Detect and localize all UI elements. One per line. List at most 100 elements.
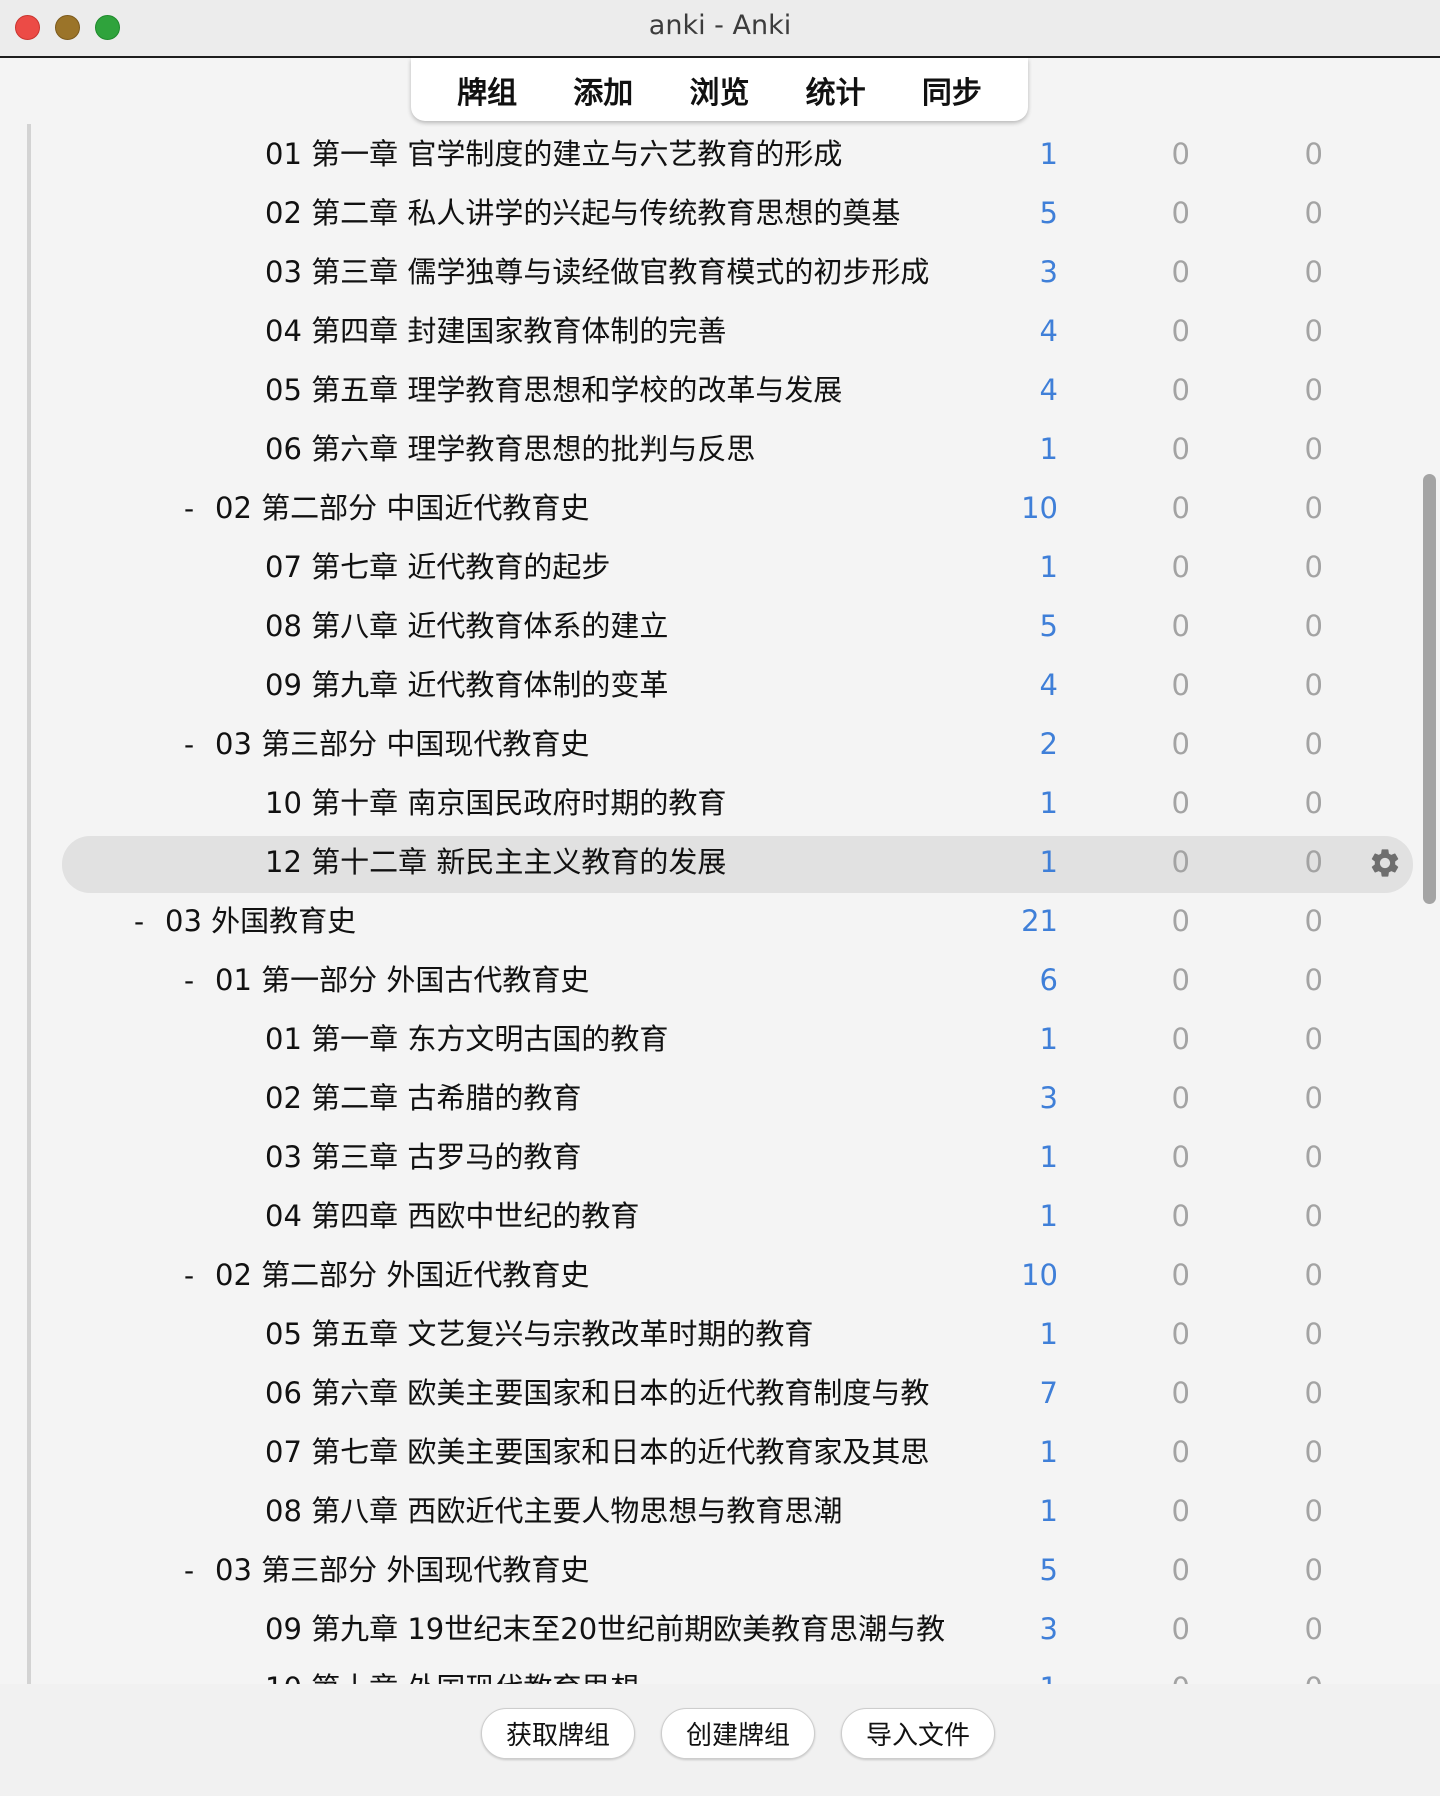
learn-count: 0 bbox=[1171, 255, 1190, 289]
deck-name[interactable]: 01 第一章 官学制度的建立与六艺教育的形成 bbox=[265, 136, 842, 172]
deck-row[interactable]: 10 第十章 外国现代教育思想 1 0 0 bbox=[0, 1660, 1440, 1684]
deck-name[interactable]: 02 第二部分 中国近代教育史 bbox=[215, 490, 589, 526]
due-count: 0 bbox=[1304, 137, 1323, 171]
deck-row[interactable]: 02 第二章 私人讲学的兴起与传统教育思想的奠基 5 0 0 bbox=[0, 185, 1440, 244]
deck-name[interactable]: 08 第八章 近代教育体系的建立 bbox=[265, 608, 668, 644]
deck-row[interactable]: 01 第一章 官学制度的建立与六艺教育的形成 1 0 0 bbox=[0, 126, 1440, 185]
deck-name[interactable]: 03 外国教育史 bbox=[165, 903, 356, 939]
deck-name[interactable]: 05 第五章 理学教育思想和学校的改革与发展 bbox=[265, 372, 842, 408]
get-shared-button[interactable]: 获取牌组 bbox=[481, 1708, 635, 1759]
gear-icon[interactable] bbox=[1368, 846, 1402, 880]
new-count: 1 bbox=[1039, 1199, 1058, 1233]
deck-row[interactable]: 04 第四章 封建国家教育体制的完善 4 0 0 bbox=[0, 303, 1440, 362]
due-count: 0 bbox=[1304, 1199, 1323, 1233]
deck-name[interactable]: 01 第一章 东方文明古国的教育 bbox=[265, 1021, 668, 1057]
create-deck-button[interactable]: 创建牌组 bbox=[661, 1708, 815, 1759]
deck-name[interactable]: 04 第四章 西欧中世纪的教育 bbox=[265, 1198, 639, 1234]
new-count: 3 bbox=[1039, 1081, 1058, 1115]
deck-name[interactable]: 09 第九章 近代教育体制的变革 bbox=[265, 667, 668, 703]
due-count: 0 bbox=[1304, 904, 1323, 938]
deck-row[interactable]: 03 第三章 儒学独尊与读经做官教育模式的初步形成 3 0 0 bbox=[0, 244, 1440, 303]
deck-row[interactable]: 05 第五章 文艺复兴与宗教改革时期的教育 1 0 0 bbox=[0, 1306, 1440, 1365]
learn-count: 0 bbox=[1171, 668, 1190, 702]
deck-row[interactable]: -03 外国教育史 21 0 0 bbox=[0, 893, 1440, 952]
deck-name[interactable]: 09 第九章 19世纪末至20世纪前期欧美教育思潮与教 bbox=[265, 1611, 945, 1647]
deck-row[interactable]: 07 第七章 欧美主要国家和日本的近代教育家及其思 1 0 0 bbox=[0, 1424, 1440, 1483]
due-count: 0 bbox=[1304, 845, 1323, 879]
deck-name[interactable]: 03 第三部分 中国现代教育史 bbox=[215, 726, 589, 762]
deck-row[interactable]: 05 第五章 理学教育思想和学校的改革与发展 4 0 0 bbox=[0, 362, 1440, 421]
learn-count: 0 bbox=[1171, 609, 1190, 643]
deck-row[interactable]: 08 第八章 近代教育体系的建立 5 0 0 bbox=[0, 598, 1440, 657]
deck-row[interactable]: 09 第九章 19世纪末至20世纪前期欧美教育思潮与教 3 0 0 bbox=[0, 1601, 1440, 1660]
deck-name[interactable]: 10 第十章 外国现代教育思想 bbox=[265, 1670, 639, 1684]
deck-name[interactable]: 10 第十章 南京国民政府时期的教育 bbox=[265, 785, 726, 821]
toolbar-decks-button[interactable]: 牌组 bbox=[447, 64, 527, 116]
title-bar: anki - Anki bbox=[0, 0, 1440, 58]
new-count: 1 bbox=[1039, 1494, 1058, 1528]
deck-name[interactable]: 06 第六章 欧美主要国家和日本的近代教育制度与教 bbox=[265, 1375, 929, 1411]
new-count: 1 bbox=[1039, 1022, 1058, 1056]
toolbar-browse-button[interactable]: 浏览 bbox=[679, 64, 759, 116]
deck-row[interactable]: 01 第一章 东方文明古国的教育 1 0 0 bbox=[0, 1011, 1440, 1070]
new-count: 3 bbox=[1039, 255, 1058, 289]
deck-name[interactable]: 08 第八章 西欧近代主要人物思想与教育思潮 bbox=[265, 1493, 842, 1529]
collapse-toggle[interactable]: - bbox=[184, 964, 194, 997]
collapse-toggle[interactable]: - bbox=[134, 905, 144, 938]
import-file-button[interactable]: 导入文件 bbox=[841, 1708, 995, 1759]
new-count: 1 bbox=[1039, 137, 1058, 171]
deck-row[interactable]: 06 第六章 欧美主要国家和日本的近代教育制度与教 7 0 0 bbox=[0, 1365, 1440, 1424]
deck-name[interactable]: 06 第六章 理学教育思想的批判与反思 bbox=[265, 431, 755, 467]
deck-name[interactable]: 03 第三部分 外国现代教育史 bbox=[215, 1552, 589, 1588]
deck-name[interactable]: 02 第二章 私人讲学的兴起与传统教育思想的奠基 bbox=[265, 195, 900, 231]
deck-row[interactable]: 10 第十章 南京国民政府时期的教育 1 0 0 bbox=[0, 775, 1440, 834]
deck-name[interactable]: 04 第四章 封建国家教育体制的完善 bbox=[265, 313, 726, 349]
due-count: 0 bbox=[1304, 1376, 1323, 1410]
deck-name[interactable]: 05 第五章 文艺复兴与宗教改革时期的教育 bbox=[265, 1316, 813, 1352]
deck-name[interactable]: 02 第二章 古希腊的教育 bbox=[265, 1080, 581, 1116]
deck-row[interactable]: -01 第一部分 外国古代教育史 6 0 0 bbox=[0, 952, 1440, 1011]
deck-row[interactable]: 09 第九章 近代教育体制的变革 4 0 0 bbox=[0, 657, 1440, 716]
new-count: 1 bbox=[1039, 845, 1058, 879]
deck-row[interactable]: 07 第七章 近代教育的起步 1 0 0 bbox=[0, 539, 1440, 598]
due-count: 0 bbox=[1304, 1435, 1323, 1469]
deck-name[interactable]: 07 第七章 欧美主要国家和日本的近代教育家及其思 bbox=[265, 1434, 929, 1470]
collapse-toggle[interactable]: - bbox=[184, 728, 194, 761]
deck-row[interactable]: 06 第六章 理学教育思想的批判与反思 1 0 0 bbox=[0, 421, 1440, 480]
learn-count: 0 bbox=[1171, 196, 1190, 230]
deck-row[interactable]: 03 第三章 古罗马的教育 1 0 0 bbox=[0, 1129, 1440, 1188]
toolbar-add-button[interactable]: 添加 bbox=[563, 64, 643, 116]
deck-row[interactable]: -03 第三部分 外国现代教育史 5 0 0 bbox=[0, 1542, 1440, 1601]
new-count: 7 bbox=[1039, 1376, 1058, 1410]
learn-count: 0 bbox=[1171, 904, 1190, 938]
deck-row[interactable]: 02 第二章 古希腊的教育 3 0 0 bbox=[0, 1070, 1440, 1129]
deck-list-scrollbar[interactable] bbox=[1423, 474, 1436, 904]
due-count: 0 bbox=[1304, 432, 1323, 466]
collapse-toggle[interactable]: - bbox=[184, 492, 194, 525]
deck-row[interactable]: 08 第八章 西欧近代主要人物思想与教育思潮 1 0 0 bbox=[0, 1483, 1440, 1542]
deck-row[interactable]: 12 第十二章 新民主主义教育的发展 1 0 0 bbox=[0, 834, 1440, 893]
toolbar-sync-button[interactable]: 同步 bbox=[912, 64, 992, 116]
collapse-toggle[interactable]: - bbox=[184, 1259, 194, 1292]
due-count: 0 bbox=[1304, 786, 1323, 820]
main-toolbar: 牌组 添加 浏览 统计 同步 bbox=[411, 58, 1028, 121]
deck-name[interactable]: 03 第三章 儒学独尊与读经做官教育模式的初步形成 bbox=[265, 254, 929, 290]
new-count: 3 bbox=[1039, 1612, 1058, 1646]
new-count: 5 bbox=[1039, 1553, 1058, 1587]
deck-row[interactable]: -02 第二部分 外国近代教育史 10 0 0 bbox=[0, 1247, 1440, 1306]
deck-name[interactable]: 07 第七章 近代教育的起步 bbox=[265, 549, 610, 585]
toolbar-stats-button[interactable]: 统计 bbox=[796, 64, 876, 116]
collapse-toggle[interactable]: - bbox=[184, 1554, 194, 1587]
learn-count: 0 bbox=[1171, 1022, 1190, 1056]
due-count: 0 bbox=[1304, 1553, 1323, 1587]
deck-row[interactable]: -03 第三部分 中国现代教育史 2 0 0 bbox=[0, 716, 1440, 775]
deck-row[interactable]: -02 第二部分 中国近代教育史 10 0 0 bbox=[0, 480, 1440, 539]
deck-name[interactable]: 01 第一部分 外国古代教育史 bbox=[215, 962, 589, 998]
deck-name[interactable]: 12 第十二章 新民主主义教育的发展 bbox=[265, 844, 726, 880]
learn-count: 0 bbox=[1171, 845, 1190, 879]
due-count: 0 bbox=[1304, 668, 1323, 702]
deck-name[interactable]: 03 第三章 古罗马的教育 bbox=[265, 1139, 581, 1175]
due-count: 0 bbox=[1304, 314, 1323, 348]
deck-name[interactable]: 02 第二部分 外国近代教育史 bbox=[215, 1257, 589, 1293]
deck-row[interactable]: 04 第四章 西欧中世纪的教育 1 0 0 bbox=[0, 1188, 1440, 1247]
